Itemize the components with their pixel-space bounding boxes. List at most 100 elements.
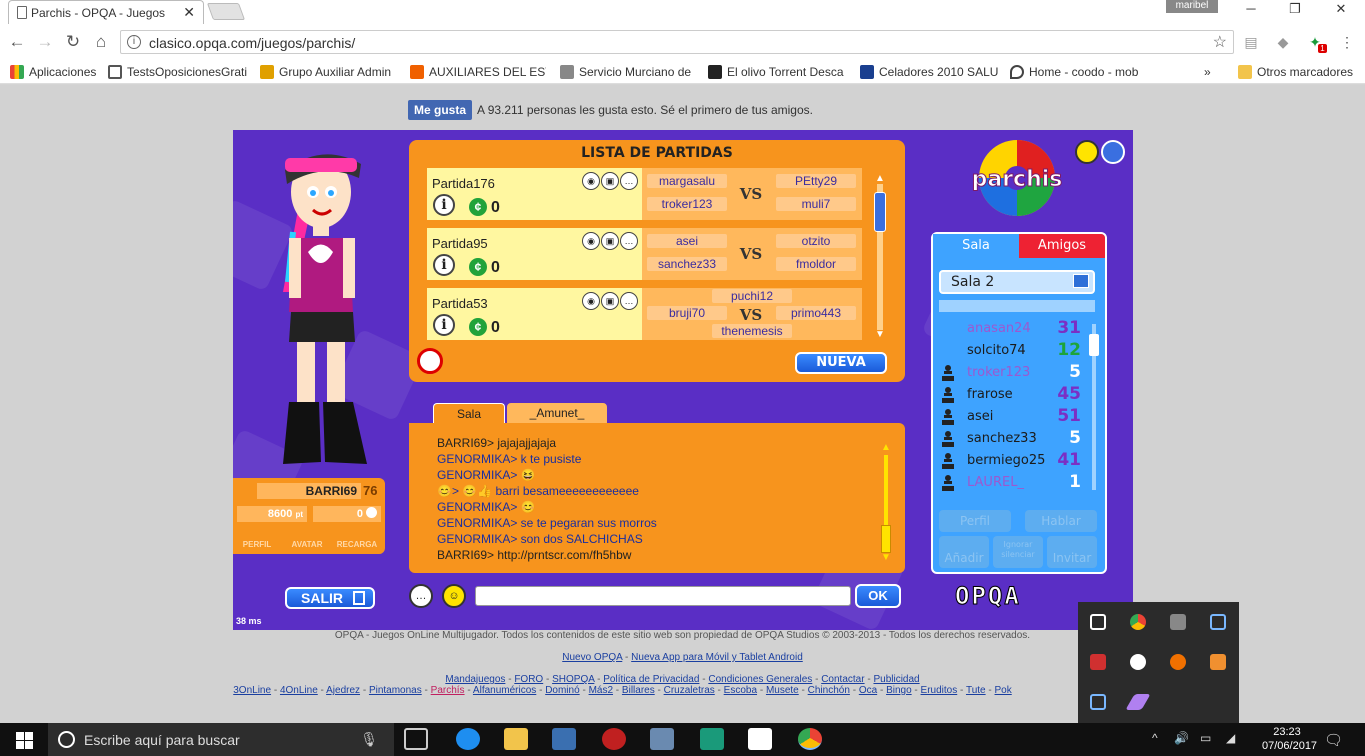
game-link[interactable]: Eruditos xyxy=(921,685,958,696)
volume-icon[interactable]: 🔊 xyxy=(1174,731,1189,745)
battery-icon[interactable]: ▭ xyxy=(1200,731,1211,745)
app-icon[interactable] xyxy=(552,728,576,750)
player-slot[interactable]: primo443 xyxy=(776,306,856,320)
user-row[interactable]: solcito74 12 xyxy=(937,340,1089,362)
speech-icon[interactable]: … xyxy=(409,584,433,608)
bookmarks-overflow-icon[interactable]: » xyxy=(1204,63,1220,81)
user-row[interactable]: sanchez33 5 xyxy=(937,428,1089,450)
user-row[interactable]: LAUREL_ 1 xyxy=(937,472,1089,494)
browser-tab[interactable]: Parchis - OPQA - Juegos ✕ xyxy=(8,0,204,24)
wifi-icon[interactable]: ◢ xyxy=(1226,731,1235,745)
windows-start-icon[interactable] xyxy=(16,732,33,749)
cloud-icon[interactable] xyxy=(1130,654,1146,670)
game-link[interactable]: Cruzaletras xyxy=(664,685,715,696)
chat-scrollbar[interactable]: ▲ ▼ xyxy=(880,443,892,563)
chevron-down-icon[interactable] xyxy=(1073,274,1089,288)
game-link[interactable]: Alfanuméricos xyxy=(473,685,536,696)
footer-link[interactable]: SHOPQA xyxy=(552,674,594,685)
recharge-mini-button[interactable]: RECARGA xyxy=(335,528,379,550)
game-row[interactable]: Partida176 i ¢ 0 ◉ ▣… margasalu troker123… xyxy=(427,168,862,220)
user-row[interactable]: frarose 45 xyxy=(937,384,1089,406)
edge-icon[interactable] xyxy=(456,728,480,750)
room-select[interactable]: Sala 2 xyxy=(939,270,1095,294)
chrome-icon[interactable] xyxy=(798,728,822,750)
scroll-thumb[interactable] xyxy=(1089,334,1099,356)
network-icon[interactable] xyxy=(1090,694,1106,710)
user-row[interactable]: asei 51 xyxy=(937,406,1089,428)
mcafee-icon[interactable] xyxy=(1090,654,1106,670)
bookmark-item[interactable]: TestsOposicionesGrati xyxy=(108,63,248,81)
smiley-icon[interactable]: ☺ xyxy=(442,584,466,608)
bookmark-item[interactable]: Servicio Murciano de xyxy=(560,63,694,81)
scroll-up-icon[interactable]: ▲ xyxy=(880,443,892,453)
chat-input[interactable] xyxy=(475,586,851,606)
game-row[interactable]: Partida95 i ¢ 0 ◉ ▣… asei sanchez33 VS ot… xyxy=(427,228,862,280)
scroll-thumb[interactable] xyxy=(874,192,886,232)
game-link[interactable]: 4OnLine xyxy=(280,685,318,696)
game-link[interactable]: Ajedrez xyxy=(326,685,360,696)
game-link[interactable]: Bingo xyxy=(886,685,912,696)
restore-icon[interactable]: ❐ xyxy=(1272,0,1318,20)
game-link[interactable]: Musete xyxy=(766,685,799,696)
info-icon[interactable]: i xyxy=(433,194,455,216)
invite-button[interactable]: Invitar xyxy=(1047,536,1097,568)
user-row[interactable]: bermiego25 41 xyxy=(937,450,1089,472)
game-link[interactable]: Tute xyxy=(966,685,986,696)
profile-button[interactable]: Perfil xyxy=(939,510,1011,532)
game-link[interactable]: Dominó xyxy=(545,685,579,696)
users-scrollbar[interactable] xyxy=(1089,324,1099,490)
url-text[interactable]: clasico.opqa.com/juegos/parchis/ xyxy=(149,35,355,51)
minimize-icon[interactable]: ─ xyxy=(1228,0,1274,20)
bookmark-item[interactable]: El olivo Torrent Desca xyxy=(708,63,846,81)
player-slot[interactable]: PEtty29 xyxy=(776,174,856,188)
bookmark-item[interactable]: Celadores 2010 SALU xyxy=(860,63,998,81)
room-filter-field[interactable] xyxy=(939,300,1095,312)
scroll-down-icon[interactable]: ▼ xyxy=(874,330,886,340)
chrome-icon[interactable] xyxy=(1130,614,1146,630)
footer-link[interactable]: Contactar xyxy=(821,674,864,685)
scroll-up-icon[interactable]: ▲ xyxy=(874,174,886,184)
back-icon[interactable]: ← xyxy=(6,31,28,53)
game-link[interactable]: Parchís xyxy=(431,685,465,696)
other-bookmarks[interactable]: Otros marcadores xyxy=(1238,63,1362,81)
game-link[interactable]: Chinchón xyxy=(808,685,850,696)
game-link[interactable]: Pok xyxy=(995,685,1012,696)
footer-link[interactable]: Publicidad xyxy=(873,674,919,685)
game-link[interactable]: Pintamonas xyxy=(369,685,422,696)
player-slot[interactable]: muli7 xyxy=(776,197,856,211)
bookmark-star-icon[interactable]: ☆ xyxy=(1213,32,1227,52)
game-link[interactable]: Escoba xyxy=(724,685,757,696)
close-tab-icon[interactable]: ✕ xyxy=(183,4,195,21)
site-info-icon[interactable]: i xyxy=(127,35,141,49)
footer-link[interactable]: FORO xyxy=(514,674,543,685)
app-icon[interactable] xyxy=(650,728,674,750)
feather-icon[interactable] xyxy=(1125,694,1151,710)
add-friend-button[interactable]: Añadir xyxy=(939,536,989,568)
link-android-app[interactable]: Nueva App para Móvil y Tablet Android xyxy=(631,652,803,663)
store-icon[interactable] xyxy=(748,728,772,750)
info-icon[interactable]: i xyxy=(433,314,455,336)
player-slot[interactable]: fmoldor xyxy=(776,257,856,271)
monitor-icon[interactable] xyxy=(1170,614,1186,630)
exit-button[interactable]: SALIR xyxy=(285,587,375,609)
no-entry-icon[interactable] xyxy=(417,348,443,374)
player-slot[interactable]: puchi12 xyxy=(712,289,792,303)
scroll-thumb[interactable] xyxy=(881,525,891,553)
new-game-button[interactable]: NUEVA xyxy=(795,352,887,374)
reload-icon[interactable]: ↻ xyxy=(62,31,84,53)
bookmark-item[interactable]: Grupo Auxiliar Admin xyxy=(260,63,398,81)
game-link[interactable]: Oca xyxy=(859,685,877,696)
player-slot[interactable]: margasalu xyxy=(647,174,727,188)
close-window-icon[interactable]: ✕ xyxy=(1318,0,1364,20)
crown-icon[interactable] xyxy=(1101,140,1125,164)
footer-link[interactable]: Política de Privacidad xyxy=(603,674,699,685)
menu-icon[interactable]: ⋮ xyxy=(1338,33,1356,51)
new-tab-button[interactable] xyxy=(206,3,246,20)
tab-chat-room[interactable]: Sala xyxy=(433,403,505,423)
game-link[interactable]: Billares xyxy=(622,685,655,696)
player-slot[interactable]: troker123 xyxy=(647,197,727,211)
dropbox-extension-icon[interactable]: ◆ xyxy=(1274,33,1292,51)
window-icon[interactable] xyxy=(1090,614,1106,630)
game-link[interactable]: 3OnLine xyxy=(233,685,271,696)
scroll-down-icon[interactable]: ▼ xyxy=(880,553,892,563)
